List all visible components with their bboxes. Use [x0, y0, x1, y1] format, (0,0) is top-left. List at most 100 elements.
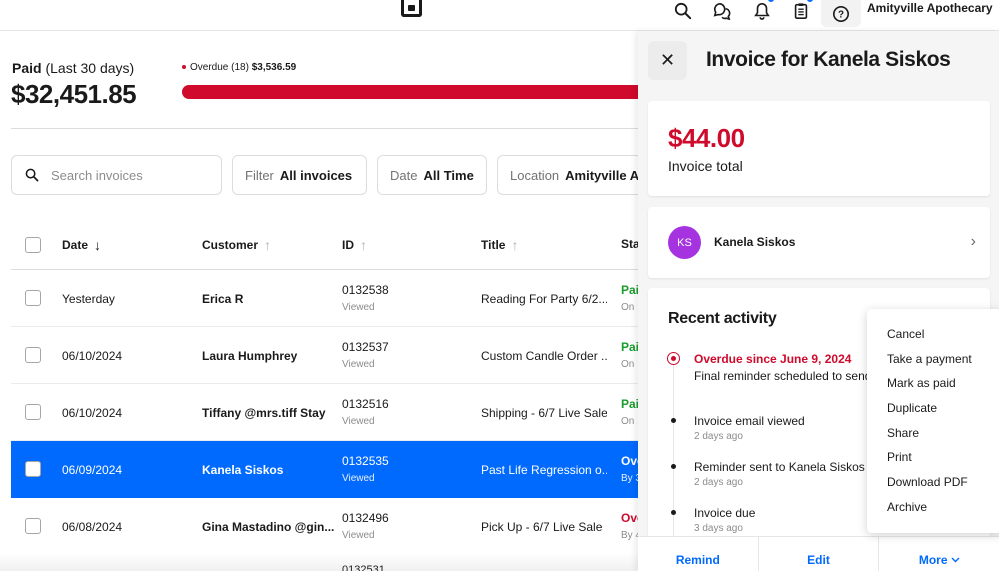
overdue-legend: Overdue (18) $3,536.59 — [182, 62, 296, 73]
activity-subtitle: 3 days ago — [694, 523, 743, 534]
paid-period: (Last 30 days) — [45, 60, 135, 76]
notifications-icon[interactable] — [751, 0, 774, 22]
column-label: ID — [342, 238, 354, 252]
menu-item-share[interactable]: Share — [867, 426, 999, 451]
activity-subtitle: Final reminder scheduled to send — [694, 369, 872, 383]
date-key: Date — [390, 167, 418, 183]
row-checkbox[interactable] — [25, 290, 41, 306]
table-bottom-fade — [0, 553, 638, 571]
activity-title: Invoice email viewed — [694, 414, 805, 428]
table-row[interactable]: 06/08/2024 Gina Mastadino @gin... 013249… — [11, 498, 641, 555]
table-row[interactable]: 06/10/2024 Laura Humphrey 0132537 Viewed… — [11, 327, 641, 384]
row-date: Yesterday — [62, 292, 115, 306]
sort-down-arrow-icon: ↓ — [94, 237, 102, 253]
select-all-checkbox[interactable] — [25, 237, 41, 253]
table-row[interactable]: 06/09/2024 Kanela Siskos 0132535 Viewed … — [11, 441, 641, 498]
notification-badge — [768, 0, 774, 2]
close-icon: ✕ — [659, 50, 676, 70]
overdue-progress-bar — [182, 85, 652, 99]
column-header-title[interactable]: Title ↑ — [481, 237, 518, 253]
menu-item-archive[interactable]: Archive — [867, 500, 999, 525]
row-checkbox[interactable] — [25, 404, 41, 420]
row-invoice-id: 0132496 — [342, 511, 389, 525]
timeline-bullet-icon — [671, 418, 676, 423]
more-dropdown-menu: Cancel Take a payment Mark as paid Duplicat… — [867, 309, 999, 533]
sort-up-arrow-icon: ↑ — [511, 237, 519, 253]
overdue-dot-icon — [182, 65, 186, 70]
row-viewed-status: Viewed — [342, 302, 375, 313]
search-input[interactable] — [51, 167, 211, 183]
tasks-icon[interactable] — [790, 0, 813, 22]
row-customer: Gina Mastadino @gin... — [202, 520, 335, 534]
help-icon: ? — [832, 5, 850, 22]
search-icon — [25, 168, 39, 182]
row-date: 06/08/2024 — [62, 520, 123, 534]
business-name[interactable]: Amityville Apothecary — [867, 1, 993, 15]
filter-value: All invoices — [279, 167, 353, 183]
menu-item-print[interactable]: Print — [867, 450, 999, 475]
more-button[interactable]: More — [879, 537, 999, 571]
svg-text:?: ? — [838, 9, 844, 20]
row-customer: Tiffany @mrs.tiff Stay — [202, 406, 326, 420]
row-title: Custom Candle Order ... — [481, 349, 607, 363]
activity-subtitle: 2 days ago — [694, 477, 743, 488]
row-checkbox[interactable] — [25, 347, 41, 363]
row-invoice-id: 0132535 — [342, 454, 389, 468]
timeline-bullet-icon — [671, 510, 676, 515]
close-button[interactable]: ✕ — [648, 41, 687, 80]
row-title: Past Life Regression o... — [481, 463, 607, 477]
menu-item-take-a-payment[interactable]: Take a payment — [867, 352, 999, 377]
edit-button[interactable]: Edit — [759, 537, 880, 571]
row-date: 06/09/2024 — [62, 463, 123, 477]
row-viewed-status: Viewed — [342, 530, 375, 541]
top-bar: ? Amityville Apothecary — [0, 0, 999, 31]
customer-card[interactable]: KS Kanela Siskos › — [648, 207, 990, 278]
row-checkbox[interactable] — [25, 518, 41, 534]
row-customer: Laura Humphrey — [202, 349, 298, 363]
invoice-total-amount: $44.00 — [668, 123, 745, 153]
timeline-bullet-icon — [671, 464, 676, 469]
date-value: All Time — [423, 167, 474, 183]
menu-item-cancel[interactable]: Cancel — [867, 327, 999, 352]
row-customer: Erica R — [202, 292, 244, 306]
filter-dropdown[interactable]: Filter All invoices — [232, 155, 367, 195]
menu-item-duplicate[interactable]: Duplicate — [867, 401, 999, 426]
table-row[interactable]: 06/10/2024 Tiffany @mrs.tiff Stay 013251… — [11, 384, 641, 441]
search-icon[interactable] — [672, 0, 694, 22]
menu-item-mark-as-paid[interactable]: Mark as paid — [867, 376, 999, 401]
tasks-badge — [807, 0, 813, 2]
row-viewed-status: Viewed — [342, 473, 375, 484]
search-box[interactable] — [11, 155, 222, 195]
menu-item-download-pdf[interactable]: Download PDF — [867, 475, 999, 500]
column-header-id[interactable]: ID ↑ — [342, 237, 367, 253]
help-button[interactable]: ? — [821, 0, 861, 27]
invoices-table: Date↓ Customer↑ ID↑ Title↑ Status Yester… — [11, 218, 641, 555]
date-dropdown[interactable]: Date All Time — [377, 155, 487, 195]
filter-key: Filter — [245, 167, 274, 183]
row-viewed-status: Viewed — [342, 359, 375, 370]
column-header-customer[interactable]: Customer ↑ — [202, 237, 271, 253]
activity-title: Overdue since June 9, 2024 — [694, 352, 852, 366]
activity-title: Reminder sent to Kanela Siskos — [694, 460, 865, 474]
overdue-amount: $3,536.59 — [251, 62, 297, 73]
row-title: Shipping - 6/7 Live Sale — [481, 406, 607, 420]
panel-footer: Remind Edit More — [638, 536, 999, 571]
row-date: 06/10/2024 — [62, 406, 123, 420]
paid-label: Paid — [12, 60, 42, 76]
panel-title: Invoice for Kanela Siskos — [706, 48, 951, 71]
table-header: Date↓ Customer↑ ID↑ Title↑ Status — [11, 218, 641, 270]
row-invoice-id: 0132538 — [342, 283, 389, 297]
row-checkbox[interactable] — [25, 461, 41, 477]
overdue-progress-fill — [182, 85, 652, 99]
activity-subtitle: 2 days ago — [694, 431, 743, 442]
table-row[interactable]: Yesterday Erica R 0132538 Viewed Reading… — [11, 270, 641, 327]
location-key: Location — [510, 167, 560, 183]
paid-amount: $32,451.85 — [11, 79, 137, 109]
column-header-date[interactable]: Date ↓ — [62, 237, 101, 253]
invoice-total-card: $44.00 Invoice total — [648, 101, 990, 196]
summary-divider — [11, 128, 641, 129]
remind-button[interactable]: Remind — [638, 537, 759, 571]
square-logo-icon[interactable] — [401, 0, 422, 17]
messages-icon[interactable] — [711, 0, 733, 22]
more-label: More — [918, 552, 948, 567]
